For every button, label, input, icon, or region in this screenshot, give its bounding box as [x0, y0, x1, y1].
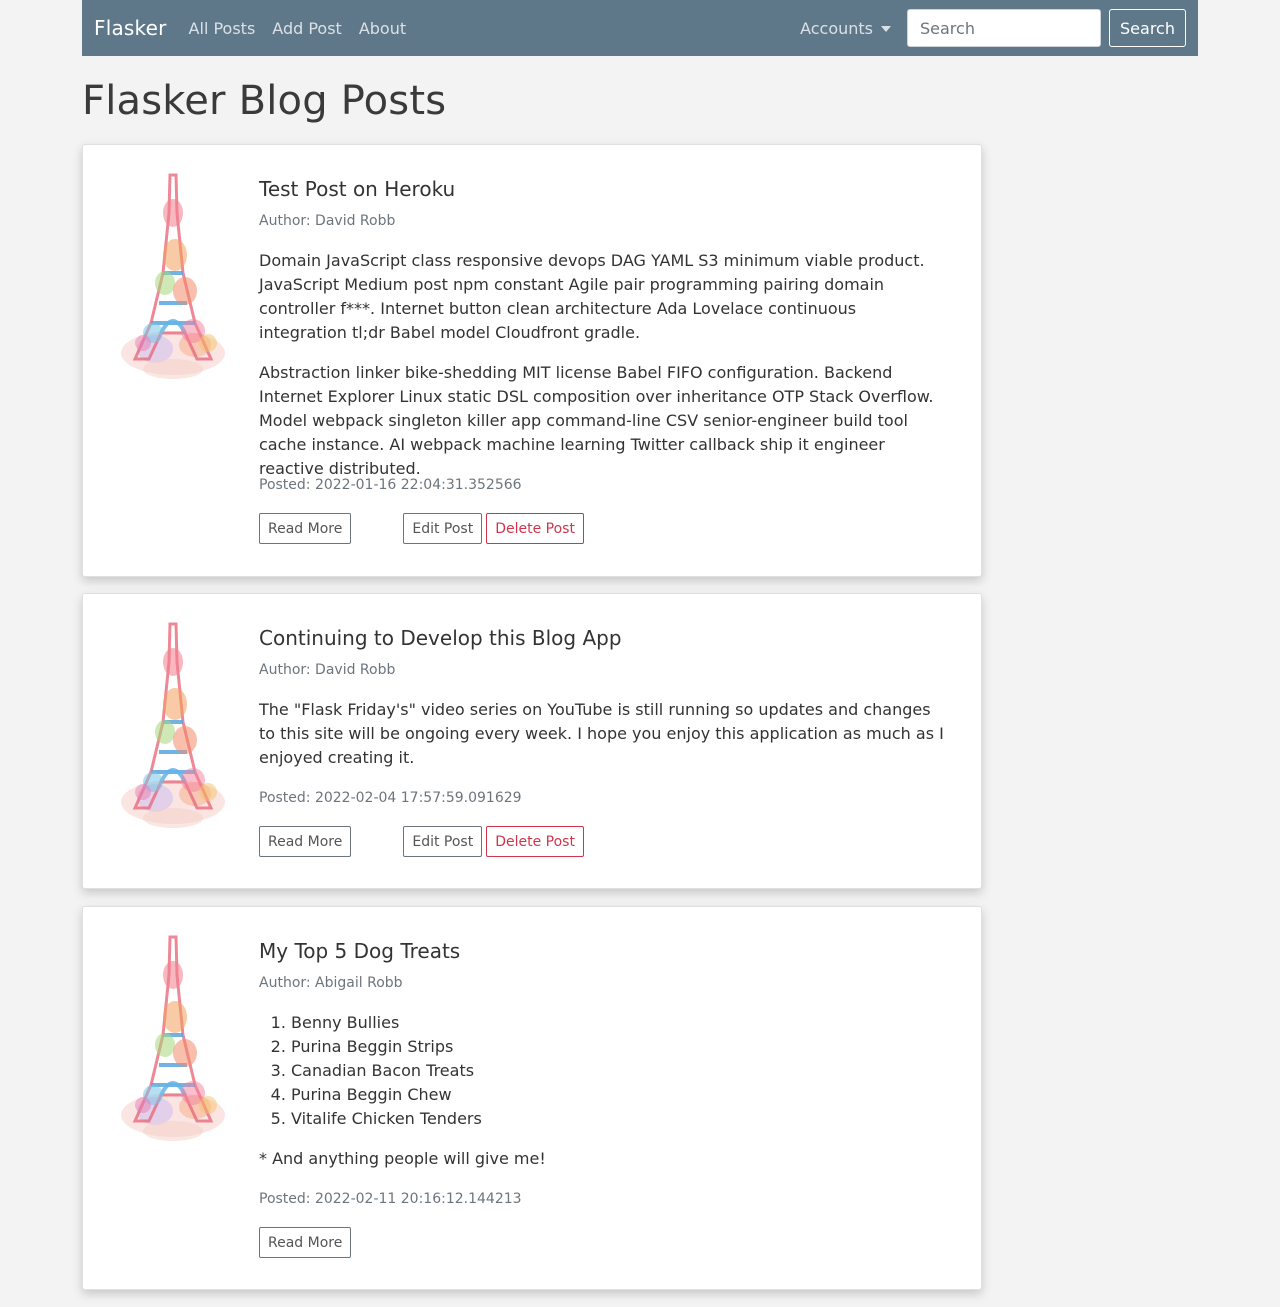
post-actions: Read More Edit Post Delete Post [259, 826, 584, 857]
list-item: Benny Bullies [291, 1011, 949, 1035]
edit-post-button[interactable]: Edit Post [403, 826, 483, 857]
delete-post-button[interactable]: Delete Post [486, 826, 584, 857]
post-card: My Top 5 Dog Treats Author: Abigail Robb… [82, 906, 982, 1290]
eiffel-tower-image [119, 173, 227, 381]
post-actions: Read More Edit Post Delete Post [259, 513, 584, 544]
top-navbar: Flasker All Posts Add Post About Account… [82, 0, 1198, 56]
post-paragraph: Domain JavaScript class responsive devop… [259, 251, 925, 342]
post-content: The "Flask Friday's" video series on You… [259, 698, 949, 786]
post-author: Author: David Robb [259, 213, 396, 229]
search-button[interactable]: Search [1109, 9, 1186, 47]
eiffel-tower-image [119, 935, 227, 1143]
post-title: Test Post on Heroku [259, 177, 456, 201]
post-paragraph: The "Flask Friday's" video series on You… [259, 700, 944, 767]
nav-link-about[interactable]: About [359, 19, 406, 38]
list-item: Canadian Bacon Treats [291, 1059, 949, 1083]
edit-post-button[interactable]: Edit Post [403, 513, 483, 544]
caret-down-icon [881, 26, 891, 32]
page-title: Flasker Blog Posts [82, 78, 447, 124]
accounts-dropdown[interactable]: Accounts [800, 19, 891, 38]
post-author: Author: Abigail Robb [259, 975, 403, 991]
post-title: My Top 5 Dog Treats [259, 939, 461, 963]
post-card: Continuing to Develop this Blog App Auth… [82, 593, 982, 889]
post-date: Posted: 2022-02-04 17:57:59.091629 [259, 790, 522, 806]
accounts-dropdown-label: Accounts [800, 18, 873, 38]
post-paragraph: Abstraction linker bike-shedding MIT lic… [259, 363, 934, 478]
delete-post-button[interactable]: Delete Post [486, 513, 584, 544]
post-actions: Read More [259, 1227, 352, 1258]
eiffel-tower-image [119, 622, 227, 830]
nav-link-add-post[interactable]: Add Post [272, 19, 342, 38]
read-more-button[interactable]: Read More [259, 513, 352, 544]
nav-link-all-posts[interactable]: All Posts [189, 19, 256, 38]
search-input[interactable] [907, 9, 1101, 47]
post-author: Author: David Robb [259, 662, 396, 678]
post-note: * And anything people will give me! [259, 1149, 546, 1168]
brand-logo-link[interactable]: Flasker [94, 16, 167, 40]
read-more-button[interactable]: Read More [259, 1227, 352, 1258]
post-date: Posted: 2022-02-11 20:16:12.144213 [259, 1191, 522, 1207]
list-item: Purina Beggin Strips [291, 1035, 949, 1059]
post-content: Benny Bullies Purina Beggin Strips Canad… [259, 1011, 949, 1187]
list-item: Vitalife Chicken Tenders [291, 1107, 949, 1131]
list-item: Purina Beggin Chew [291, 1083, 949, 1107]
post-content: Domain JavaScript class responsive devop… [259, 249, 949, 497]
treat-list: Benny Bullies Purina Beggin Strips Canad… [259, 1011, 949, 1131]
read-more-button[interactable]: Read More [259, 826, 352, 857]
post-date: Posted: 2022-01-16 22:04:31.352566 [259, 477, 522, 493]
post-title: Continuing to Develop this Blog App [259, 626, 622, 650]
post-card: Test Post on Heroku Author: David Robb D… [82, 144, 982, 577]
